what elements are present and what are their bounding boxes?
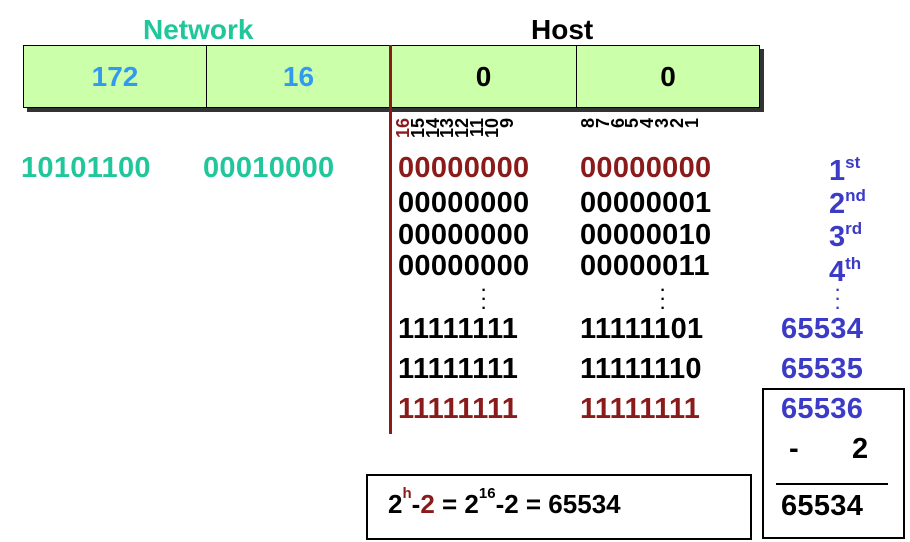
ordinal-1: 1st — [829, 153, 861, 188]
formula-exponent-h: h — [402, 485, 412, 502]
network-header: Network — [143, 14, 254, 45]
formula-two: 2 — [420, 489, 435, 519]
ordinal-1-suffix: st — [845, 153, 861, 172]
ordinal-2-suffix: nd — [845, 186, 866, 205]
formula-minus: - — [411, 489, 421, 519]
host-row-2-octet3: 00000000 — [398, 187, 530, 219]
ellipsis-octet3: · · · — [481, 282, 487, 317]
network-host-boundary-line — [389, 45, 392, 434]
host-count-65534: 65534 — [781, 313, 864, 345]
host-row-3-octet4: 00000010 — [580, 219, 712, 251]
host-row-5-octet3: 11111111 — [398, 313, 519, 345]
ordinal-3: 3rd — [829, 219, 863, 254]
formula-exponent-16: 16 — [478, 485, 496, 502]
host-row-7-octet3: 11111111 — [398, 393, 519, 425]
subtraction-result: 65534 — [781, 490, 864, 522]
host-row-6-octet3: 11111111 — [398, 353, 519, 385]
bit-position-9: 9 — [496, 118, 517, 129]
host-row-1-octet3: 00000000 — [398, 152, 530, 184]
octet-1-value: 172 — [91, 60, 139, 92]
subtraction-rule — [776, 483, 888, 485]
network-octet-2-binary: 00010000 — [203, 152, 335, 184]
host-row-4-octet3: 00000000 — [398, 250, 530, 282]
host-count-65536: 65536 — [781, 393, 864, 425]
octet-3-value: 0 — [475, 60, 492, 92]
octet-4-box: 0 — [576, 45, 760, 108]
formula-equals-base: = 2 — [434, 489, 479, 519]
ordinal-2: 2nd — [829, 186, 866, 221]
subtraction-value: 2 — [852, 433, 869, 465]
octet-1-box: 172 — [23, 45, 207, 108]
ordinal-3-suffix: rd — [845, 219, 863, 238]
ellipsis-count: · · · — [835, 282, 841, 317]
ordinal-4-suffix: th — [845, 254, 862, 273]
network-octet-1-binary: 10101100 — [21, 152, 151, 184]
host-count-65535: 65535 — [781, 353, 864, 385]
host-header: Host — [531, 14, 594, 45]
octet-3-box: 0 — [390, 45, 577, 108]
host-row-2-octet4: 00000001 — [580, 187, 712, 219]
bit-position-1: 1 — [681, 118, 702, 129]
ordinal-2-num: 2 — [829, 188, 846, 220]
ordinal-3-num: 3 — [829, 221, 846, 253]
formula-result: -2 = 65534 — [495, 489, 621, 519]
ordinal-1-num: 1 — [829, 155, 846, 187]
ellipsis-octet4: · · · — [660, 282, 666, 317]
subtraction-minus: - — [789, 433, 799, 465]
host-row-6-octet4: 11111110 — [580, 353, 702, 385]
host-row-4-octet4: 00000011 — [580, 250, 710, 282]
host-row-5-octet4: 11111101 — [580, 313, 704, 345]
host-formula: 2h-2 = 216-2 = 65534 — [388, 485, 621, 520]
octet-4-value: 0 — [660, 60, 676, 92]
host-row-3-octet3: 00000000 — [398, 219, 530, 251]
formula-base: 2 — [388, 489, 403, 519]
octet-2-box: 16 — [206, 45, 391, 108]
ordinal-4: 4th — [829, 254, 862, 289]
host-row-7-octet4: 11111111 — [580, 393, 701, 425]
host-row-1-octet4: 00000000 — [580, 152, 712, 184]
octet-2-value: 16 — [282, 60, 315, 92]
